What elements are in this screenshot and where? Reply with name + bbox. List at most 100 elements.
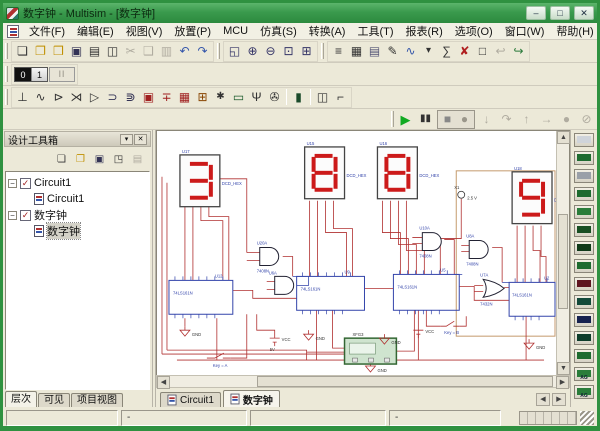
advanced-peripherals-icon[interactable]: ▭ <box>230 89 247 106</box>
toolbar-grip[interactable] <box>217 43 220 59</box>
mcu-icon[interactable]: ▮ <box>290 89 307 106</box>
ground-symbol[interactable]: GND <box>302 330 325 341</box>
counter-ic-u2[interactable]: U2 74LS161N <box>508 275 556 321</box>
and-gate-u6a[interactable]: U6A <box>269 270 295 295</box>
step-into-icon[interactable]: ↓ <box>478 111 495 128</box>
function-generator-xfg3[interactable]: XFG3 <box>343 332 398 365</box>
create-component-icon[interactable]: ✎ <box>384 43 401 60</box>
bus-icon[interactable]: ⌐ <box>332 89 349 106</box>
misc-icon[interactable]: ✱ <box>212 89 229 106</box>
menu-window[interactable]: 窗口(W) <box>499 22 551 40</box>
erc-icon[interactable]: ✘ <box>456 43 473 60</box>
vertical-scroll-track[interactable] <box>557 309 569 362</box>
tree-leaf-digital-clock[interactable]: 数字钟 <box>8 222 147 240</box>
capture-area-icon[interactable]: □ <box>474 43 491 60</box>
full-screen-icon[interactable]: ◱ <box>226 43 243 60</box>
step-over-icon[interactable]: ↷ <box>498 111 515 128</box>
print-design-icon[interactable]: ▤ <box>129 151 146 168</box>
tab-project-view[interactable]: 项目视图 <box>71 393 123 407</box>
menu-help[interactable]: 帮助(H) <box>550 22 597 40</box>
zoom-fit-icon[interactable]: ⊞ <box>298 43 315 60</box>
logic-analyzer-icon[interactable] <box>574 277 594 291</box>
tab-scroll-left-icon[interactable]: ◀ <box>536 393 550 406</box>
maximize-icon[interactable]: □ <box>550 6 570 20</box>
collapse-icon[interactable]: − <box>8 210 17 220</box>
run-to-cursor-icon[interactable]: → <box>538 111 555 128</box>
probe-x1[interactable]: X1 2.5 V <box>454 185 477 201</box>
vcc-source-2[interactable]: VCC <box>413 329 434 339</box>
mixed-icon[interactable]: ∓ <box>158 89 175 106</box>
pause-simulation-button[interactable]: II <box>49 66 75 82</box>
panel-collapse-icon[interactable]: ▾ <box>120 133 133 145</box>
save-icon[interactable]: ▣ <box>68 43 85 60</box>
hierarchical-block-icon[interactable]: ◫ <box>314 89 331 106</box>
remove-breakpoints-icon[interactable]: ⊘ <box>578 111 595 128</box>
menu-options[interactable]: 选项(O) <box>449 22 499 40</box>
open-samples-icon[interactable]: ❒ <box>50 43 67 60</box>
design-toolbox-icon[interactable]: ≡ <box>330 43 347 60</box>
panel-close-icon[interactable]: ✕ <box>134 133 147 145</box>
tab-digital-clock[interactable]: 数字钟 <box>222 390 280 407</box>
zoom-area-icon[interactable]: ⊡ <box>280 43 297 60</box>
menu-simulate[interactable]: 仿真(S) <box>254 22 303 40</box>
menu-edit[interactable]: 编辑(E) <box>71 22 120 40</box>
toolbar-grip[interactable] <box>5 43 8 59</box>
logic-converter-icon[interactable] <box>574 295 594 309</box>
menu-file[interactable]: 文件(F) <box>23 22 71 40</box>
menu-place[interactable]: 放置(P) <box>168 22 217 40</box>
seven-segment-display-u18[interactable]: U18 DCD_HEX <box>511 166 556 230</box>
spectrum-analyzer-icon[interactable] <box>574 349 594 363</box>
database-manager-icon[interactable]: ▤ <box>366 43 383 60</box>
tree-leaf-circuit1[interactable]: Circuit1 <box>8 191 147 207</box>
basic-icon[interactable]: ∿ <box>32 89 49 106</box>
back-annotate-icon[interactable]: ↩ <box>492 43 509 60</box>
ground-symbol[interactable]: GND <box>179 326 201 337</box>
record-icon[interactable]: ● <box>456 111 473 128</box>
ground-symbol[interactable]: GND <box>364 365 387 373</box>
save-design-icon[interactable]: ▣ <box>91 151 108 168</box>
ttl-icon[interactable]: ⊃ <box>104 89 121 106</box>
indicator-icon[interactable]: ▦ <box>176 89 193 106</box>
power-icon[interactable]: ⊞ <box>194 89 211 106</box>
print-preview-icon[interactable]: ◫ <box>104 43 121 60</box>
undo-icon[interactable]: ↶ <box>176 43 193 60</box>
menu-mcu[interactable]: MCU <box>217 24 254 38</box>
cut-icon[interactable]: ✂ <box>122 43 139 60</box>
print-icon[interactable]: ▤ <box>86 43 103 60</box>
collapse-icon[interactable]: − <box>8 178 17 188</box>
scroll-down-icon[interactable]: ▼ <box>557 362 570 375</box>
iv-analyzer-icon[interactable] <box>574 313 594 327</box>
zoom-out-icon[interactable]: ⊖ <box>262 43 279 60</box>
bode-plotter-icon[interactable] <box>574 223 594 237</box>
pause-icon[interactable]: ▮▮ <box>417 111 434 128</box>
diode-icon[interactable]: ⊳ <box>50 89 67 106</box>
step-out-icon[interactable]: ↑ <box>518 111 535 128</box>
checkbox-icon[interactable]: ✓ <box>20 177 31 189</box>
tab-hierarchy[interactable]: 层次 <box>5 391 37 407</box>
copy-icon[interactable]: ❑ <box>140 43 157 60</box>
ground-symbol[interactable]: GND <box>523 339 545 350</box>
scroll-up-icon[interactable]: ▲ <box>557 131 570 144</box>
new-icon[interactable]: ❏ <box>14 43 31 60</box>
oscilloscope-icon[interactable] <box>574 187 594 201</box>
stop-icon[interactable]: ■ <box>439 111 456 128</box>
misc-digital-icon[interactable]: ▣ <box>140 89 157 106</box>
horizontal-scrollbar[interactable]: ◀ ▶ <box>156 375 570 389</box>
toolbar-grip[interactable] <box>5 89 8 105</box>
postprocessor-icon[interactable]: ∑ <box>438 43 455 60</box>
word-generator-icon[interactable] <box>574 259 594 273</box>
close-icon[interactable]: ✕ <box>574 6 594 20</box>
run-icon[interactable]: ▶ <box>397 111 414 128</box>
schematic-canvas[interactable]: U17 DCD_HEX U15 DCD_HEX U16 DCD_HEX U18 … <box>157 131 556 375</box>
menu-reports[interactable]: 报表(R) <box>400 22 449 40</box>
and-gate-u20a[interactable]: U20A 7408N <box>257 241 280 274</box>
forward-annotate-icon[interactable]: ↪ <box>510 43 527 60</box>
paste-icon[interactable]: ▥ <box>158 43 175 60</box>
and-gate-u10a[interactable]: U10A 7408N <box>419 226 442 259</box>
agilent-oscilloscope-icon[interactable]: AG <box>574 385 594 399</box>
design-toolbox-titlebar[interactable]: 设计工具箱 ▾ ✕ <box>4 131 151 147</box>
cmos-icon[interactable]: ⋑ <box>122 89 139 106</box>
or-gate-u7a[interactable]: U7A 7432N <box>480 272 505 306</box>
vertical-scrollbar[interactable]: ▲ ▼ <box>556 131 570 375</box>
electromechanical-icon[interactable]: ✇ <box>266 89 283 106</box>
